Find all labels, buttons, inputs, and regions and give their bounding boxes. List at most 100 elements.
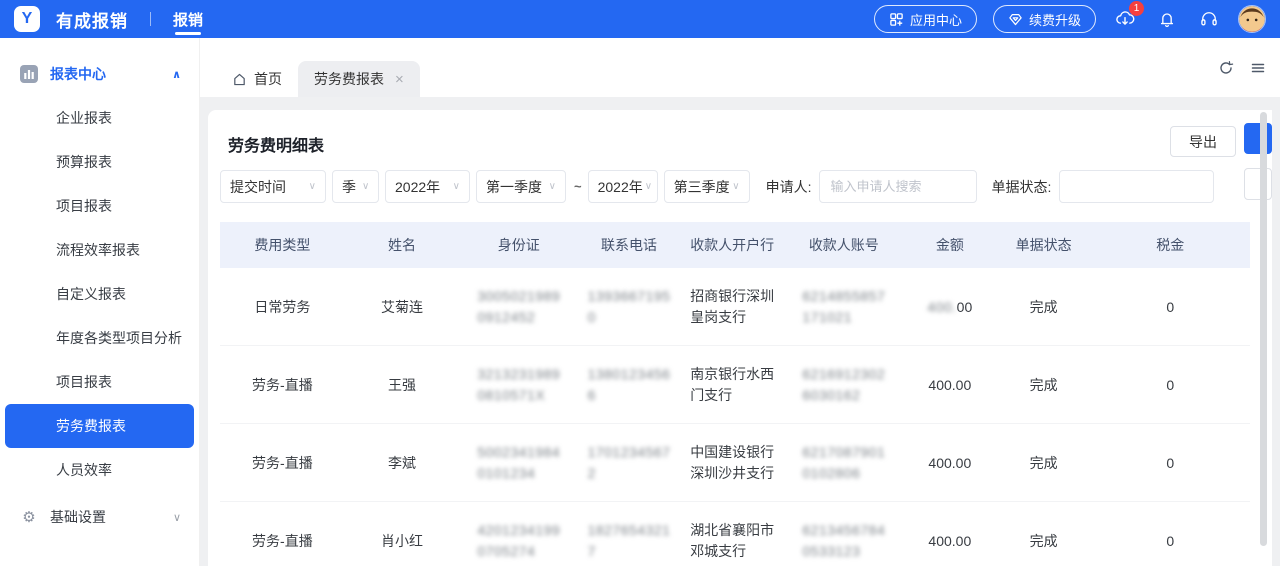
vertical-scrollbar[interactable]: [1260, 112, 1267, 546]
cloud-download-icon[interactable]: 1: [1112, 1, 1144, 32]
cell-expense-type: 劳务-直播: [252, 376, 313, 393]
sidebar-item[interactable]: 自定义报表: [0, 272, 199, 316]
table-column-header: 金额: [935, 237, 964, 253]
refresh-icon[interactable]: [1218, 60, 1234, 76]
table-column-header: 费用类型: [254, 237, 311, 253]
notification-badge: 1: [1129, 1, 1144, 16]
cell-amount: 400.00: [928, 454, 972, 471]
table-row[interactable]: 日常劳务 艾菊连 3005021989 0912452 1393667195 0 招…: [220, 268, 1250, 346]
cell-status: 完成: [1029, 454, 1058, 471]
close-icon[interactable]: ×: [395, 71, 404, 88]
secondary-button-clipped[interactable]: [1244, 168, 1272, 200]
filter-granularity-select[interactable]: 季 ∨: [332, 170, 379, 203]
table-row[interactable]: 劳务-直播 李斌 5002341984 0101234 1701234567 2 中…: [220, 424, 1250, 502]
export-button[interactable]: 导出: [1170, 126, 1236, 157]
cell-tax: 0: [1166, 454, 1175, 471]
sidebar: 报表中心 ∧ 企业报表 预算报表 项目报表 流程效率报表 自定义报表 年度各类型…: [0, 38, 200, 566]
chevron-down-icon: ∨: [172, 511, 181, 524]
cell-expense-type: 日常劳务: [254, 298, 311, 315]
bell-icon[interactable]: [1154, 6, 1180, 32]
sidebar-item[interactable]: 项目报表: [0, 360, 199, 404]
table-column-header: 身份证: [497, 237, 540, 253]
headset-icon[interactable]: [1196, 6, 1222, 32]
chevron-down-icon: ∨: [362, 181, 370, 192]
table-column-header: 联系电话: [601, 237, 657, 253]
cell-id-number: 3213231989 0810571X: [477, 365, 561, 403]
cell-id-number: 5002341984 0101234: [477, 443, 561, 481]
tab-home[interactable]: 首页: [216, 61, 298, 97]
topbar: Y 有成报销 报销 应用中心 续费升级 1: [0, 0, 1280, 38]
gem-icon: [1008, 12, 1023, 27]
filter-quarter-from-select[interactable]: 第一季度 ∨: [476, 170, 566, 203]
primary-button-clipped[interactable]: [1244, 123, 1272, 154]
cell-tax: 0: [1166, 532, 1175, 549]
bar-chart-icon: [20, 65, 38, 83]
table-body: 日常劳务 艾菊连 3005021989 0912452 1393667195 0 招…: [220, 268, 1250, 566]
doc-status-input[interactable]: [1059, 170, 1215, 203]
applicant-search-input[interactable]: [819, 170, 978, 203]
cell-bank: 南京银行水西 门支行: [690, 365, 775, 403]
page-title: 劳务费明细表: [228, 138, 325, 155]
tab-labor-fee-report[interactable]: 劳务费报表 ×: [298, 61, 420, 97]
home-icon: [232, 72, 247, 87]
cell-amount: 400.00: [927, 298, 973, 315]
brand-title: 有成报销: [56, 11, 128, 31]
cell-status: 完成: [1029, 376, 1058, 393]
table-column-header: 收款人账号: [808, 237, 879, 253]
app-logo: Y: [14, 6, 40, 32]
nav-active-underline: [175, 32, 201, 35]
table-row[interactable]: 劳务-直播 王强 3213231989 0810571X 1380123456 6 …: [220, 346, 1250, 424]
cell-phone: 1701234567 2: [587, 443, 671, 481]
cell-account: 6214855857 171021: [802, 287, 886, 325]
cell-id-number: 4201234199 0705274: [477, 521, 561, 559]
cell-account: 6216912302 6030162: [802, 365, 886, 403]
cell-name: 肖小红: [380, 532, 423, 549]
cell-account: 6217087901 0102806: [802, 443, 886, 481]
cell-name: 王强: [387, 376, 416, 393]
table-header-row: 费用类型 姓名 身份证 联系电话 收款人开户行 收款人账号 金额 单据状态 税金: [220, 222, 1250, 268]
filter-year-from-select[interactable]: 2022年 ∨: [385, 170, 470, 203]
app-logo-letter: Y: [21, 10, 33, 27]
cell-status: 完成: [1029, 532, 1058, 549]
nav-item-baoxiao[interactable]: 报销: [173, 0, 203, 38]
app-grid-icon: [889, 12, 904, 27]
sidebar-item[interactable]: 人员效率: [0, 448, 199, 492]
table-row[interactable]: 劳务-直播 肖小红 4201234199 0705274 1827654321 7 …: [220, 502, 1250, 566]
sidebar-section-report-center[interactable]: 报表中心 ∧: [0, 52, 199, 96]
cell-status: 完成: [1029, 298, 1058, 315]
filter-year-to-select[interactable]: 2022年 ∨: [587, 170, 658, 203]
table-column-header: 姓名: [387, 237, 416, 253]
sidebar-item[interactable]: 企业报表: [0, 96, 199, 140]
topbar-divider: [150, 12, 151, 26]
avatar[interactable]: [1238, 5, 1266, 33]
range-separator: ~: [574, 179, 582, 194]
cell-bank: 湖北省襄阳市 邓城支行: [690, 521, 775, 559]
menu-icon[interactable]: [1250, 60, 1266, 76]
sidebar-section-settings[interactable]: ⚙ 基础设置 ∨: [0, 495, 199, 539]
cell-tax: 0: [1166, 298, 1175, 315]
table-column-header: 税金: [1156, 237, 1185, 253]
cell-amount: 400.00: [928, 376, 972, 393]
sidebar-item[interactable]: 预算报表: [0, 140, 199, 184]
table-column-header: 单据状态: [1015, 237, 1072, 253]
cell-name: 艾菊连: [380, 298, 423, 315]
cell-phone: 1380123456 6: [587, 365, 671, 403]
sidebar-item[interactable]: 劳务费报表: [5, 404, 194, 448]
report-panel: 劳务费明细表 导出 提交时间 ∨ 季 ∨ 2022年 ∨ 第一季度 ∨ ~ 20…: [208, 110, 1272, 566]
chevron-down-icon: ∨: [452, 181, 460, 192]
chevron-down-icon: ∨: [308, 181, 316, 192]
filter-time-field-select[interactable]: 提交时间 ∨: [220, 170, 326, 203]
tab-bar: 首页 劳务费报表 ×: [200, 38, 1280, 97]
cell-name: 李斌: [387, 454, 416, 471]
cell-id-number: 3005021989 0912452: [477, 287, 561, 325]
sidebar-item[interactable]: 年度各类型项目分析: [0, 316, 199, 360]
sidebar-item[interactable]: 流程效率报表: [0, 228, 199, 272]
chevron-down-icon: ∨: [644, 181, 653, 192]
sidebar-item[interactable]: 项目报表: [0, 184, 199, 228]
app-root: Y 有成报销 报销 应用中心 续费升级 1 报表中心 ∧ 企业报表 预算报表 项…: [0, 0, 1280, 566]
app-center-button[interactable]: 应用中心: [873, 5, 977, 33]
cell-bank: 中国建设银行 深圳沙井支行: [690, 443, 775, 481]
renew-upgrade-button[interactable]: 续费升级: [992, 5, 1096, 33]
table-column-header: 收款人开户行: [690, 237, 775, 253]
filter-quarter-to-select[interactable]: 第三季度 ∨: [663, 170, 750, 203]
